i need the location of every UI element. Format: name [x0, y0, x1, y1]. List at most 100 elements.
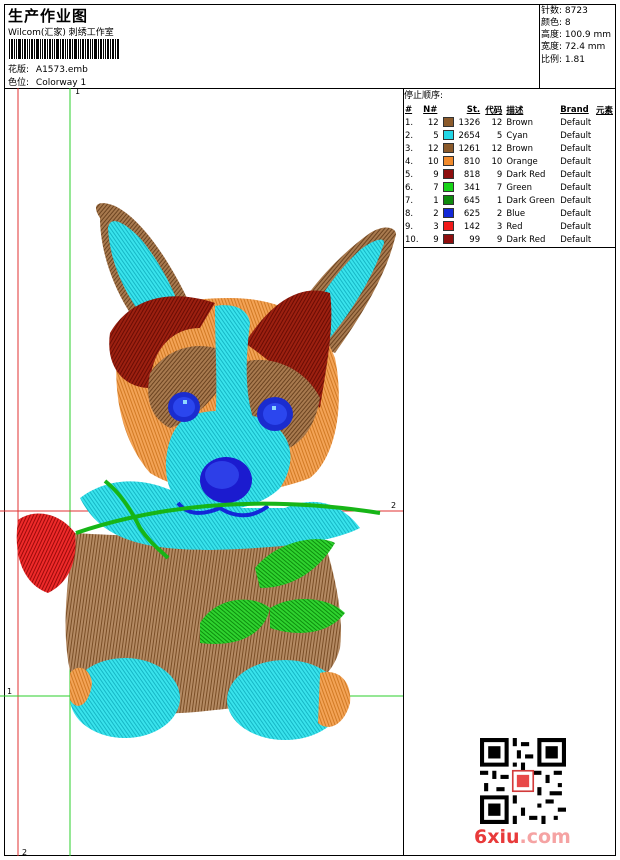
color-swatch — [442, 234, 454, 245]
page-title: 生产作业图 — [8, 7, 89, 25]
cell-swatch — [441, 207, 457, 220]
colorway-label: 色位: — [8, 78, 30, 88]
embroidery-canvas — [0, 88, 403, 856]
cell-brand: Default — [560, 221, 592, 232]
cell-brand: Default — [560, 169, 592, 180]
cell-idx: 4. — [405, 156, 414, 167]
cell-element — [594, 155, 615, 168]
cell-code: 5 — [496, 130, 503, 141]
table-row: 5. 9 818 9 Dark Red Default — [403, 168, 615, 181]
cell-idx: 3. — [405, 143, 414, 154]
table-row: 7. 1 645 1 Dark Green Default — [403, 194, 615, 207]
cell-st: 142 — [463, 221, 481, 232]
table-row: 10. 9 99 9 Dark Red Default — [403, 233, 615, 246]
cell-code: 12 — [491, 117, 503, 128]
watermark-tld: .com — [519, 826, 571, 848]
stop-sequence-table: # N# St. 代码 描述 Brand 元素 1. 12 1326 12 Brown D… — [403, 104, 615, 246]
design-scale: 比例: 1.81 — [541, 55, 585, 65]
cell-element — [594, 142, 615, 155]
cell-swatch — [441, 142, 457, 155]
table-header-row: # N# St. 代码 描述 Brand 元素 — [403, 104, 615, 116]
cell-code: 3 — [496, 221, 503, 232]
cell-idx: 9. — [405, 221, 414, 232]
cell-n: 7 — [433, 182, 439, 193]
color-swatch — [442, 208, 454, 219]
cell-st: 1326 — [458, 117, 481, 128]
col-code: 代码 — [485, 106, 503, 116]
cell-element — [594, 233, 615, 246]
color-swatch — [442, 117, 454, 128]
cell-swatch — [441, 194, 457, 207]
cell-swatch — [441, 168, 457, 181]
corgi-embroidery — [16, 203, 396, 740]
cell-idx: 5. — [405, 169, 414, 180]
cell-n: 12 — [427, 143, 439, 154]
barcode — [9, 39, 119, 59]
design-row: 花版: A1573.emb — [8, 62, 88, 75]
col-swatch — [441, 104, 457, 116]
cell-brand: Default — [560, 195, 592, 206]
table-row: 6. 7 341 7 Green Default — [403, 181, 615, 194]
cell-st: 810 — [463, 156, 481, 167]
table-row: 4. 10 810 10 Orange Default — [403, 155, 615, 168]
cell-element — [594, 116, 615, 129]
design-label: 花版: — [8, 65, 30, 75]
cell-code: 7 — [496, 182, 503, 193]
col-stitches: St. — [466, 105, 481, 115]
cell-st: 2654 — [458, 130, 481, 141]
cell-idx: 7. — [405, 195, 414, 206]
cell-n: 12 — [427, 117, 439, 128]
cell-st: 645 — [463, 195, 481, 206]
color-swatch — [442, 221, 454, 232]
guide-label-bottom: 2 — [22, 848, 28, 857]
cell-desc: Orange — [506, 156, 538, 167]
cell-desc: Cyan — [506, 130, 528, 141]
cell-code: 10 — [491, 156, 503, 167]
design-filename: A1573.emb — [35, 65, 88, 75]
table-divider — [403, 247, 616, 248]
cell-desc: Blue — [506, 208, 526, 219]
cell-n: 2 — [433, 208, 439, 219]
cell-swatch — [441, 220, 457, 233]
cell-idx: 10. — [405, 234, 419, 245]
cell-n: 10 — [427, 156, 439, 167]
cell-desc: Red — [506, 221, 523, 232]
cell-desc: Brown — [506, 143, 533, 154]
cell-idx: 8. — [405, 208, 414, 219]
qr-code — [480, 738, 566, 824]
watermark-logo: 6xiu.com — [474, 826, 571, 848]
cell-brand: Default — [560, 143, 592, 154]
guide-label-top: 1 — [75, 87, 81, 96]
stop-sequence-title: 停止顺序: — [404, 91, 444, 101]
color-swatch — [442, 195, 454, 206]
cell-st: 625 — [463, 208, 481, 219]
cell-brand: Default — [560, 182, 592, 193]
table-row: 1. 12 1326 12 Brown Default — [403, 116, 615, 129]
cell-brand: Default — [560, 156, 592, 167]
cell-element — [594, 168, 615, 181]
cell-idx: 2. — [405, 130, 414, 141]
cell-code: 1 — [496, 195, 503, 206]
cell-idx: 1. — [405, 117, 414, 128]
cell-n: 5 — [433, 130, 439, 141]
col-index: # — [405, 105, 413, 115]
cell-element — [594, 194, 615, 207]
cell-desc: Brown — [506, 117, 533, 128]
guide-label-left: 1 — [7, 687, 13, 696]
cell-element — [594, 220, 615, 233]
color-swatch — [442, 143, 454, 154]
color-swatch — [442, 156, 454, 167]
cell-st: 1261 — [458, 143, 481, 154]
cell-idx: 6. — [405, 182, 414, 193]
cell-brand: Default — [560, 208, 592, 219]
studio-name: Wilcom(汇家) 刺绣工作室 — [8, 28, 114, 38]
cell-swatch — [441, 181, 457, 194]
cell-element — [594, 129, 615, 142]
cell-st: 341 — [463, 182, 481, 193]
table-row: 2. 5 2654 5 Cyan Default — [403, 129, 615, 142]
table-row: 9. 3 142 3 Red Default — [403, 220, 615, 233]
guide-label-right: 2 — [391, 501, 397, 510]
color-swatch — [442, 169, 454, 180]
color-swatch — [442, 182, 454, 193]
table-row: 3. 12 1261 12 Brown Default — [403, 142, 615, 155]
